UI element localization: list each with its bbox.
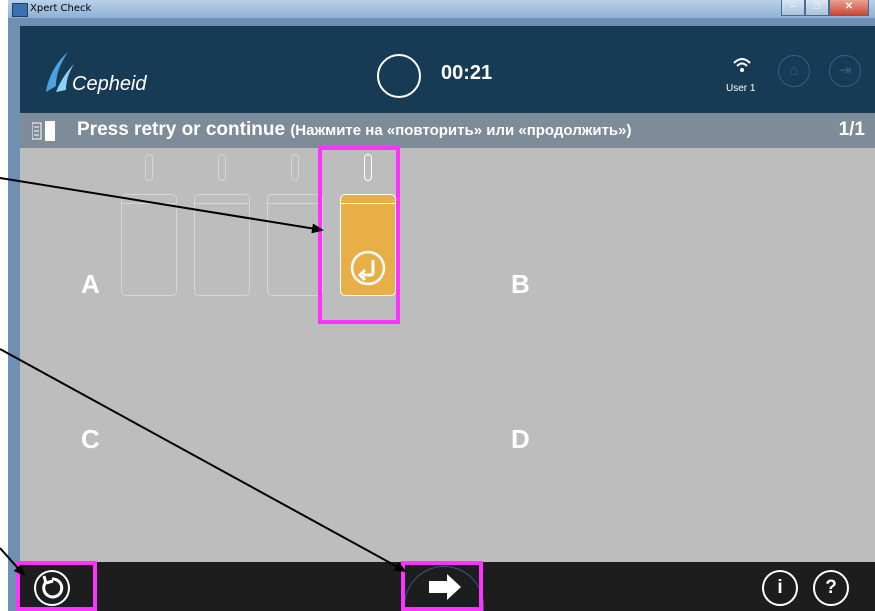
arrow-to-module (0, 177, 324, 234)
annotation-arrows (0, 177, 407, 577)
arrow-to-retry (0, 547, 26, 577)
arrow-to-continue (0, 348, 407, 572)
